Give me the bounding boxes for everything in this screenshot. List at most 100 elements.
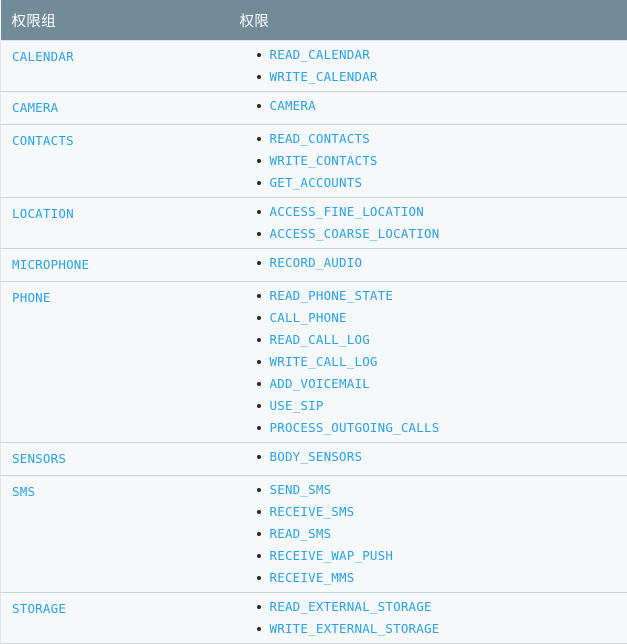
permission-label[interactable]: READ_CALENDAR [270, 47, 370, 62]
table-row: CAMERA CAMERA [1, 92, 627, 125]
permission-label[interactable]: WRITE_CALL_LOG [270, 354, 378, 369]
permission-label[interactable]: READ_SMS [270, 526, 332, 541]
permission-label[interactable]: PROCESS_OUTGOING_CALLS [270, 420, 440, 435]
permission-group-label[interactable]: MICROPHONE [12, 258, 89, 272]
permission-label[interactable]: CAMERA [270, 98, 316, 113]
bullet-icon [257, 210, 261, 214]
bullet-icon [257, 294, 261, 298]
bullet-icon [257, 510, 261, 514]
permission-label[interactable]: USE_SIP [270, 398, 324, 413]
permission-group-label[interactable]: CAMERA [12, 101, 58, 115]
bullet-icon [257, 159, 261, 163]
list-item: READ_CALL_LOG [231, 333, 627, 347]
bullet-icon [257, 338, 261, 342]
list-item: WRITE_CALENDAR [231, 70, 627, 84]
list-item: RECORD_AUDIO [231, 256, 627, 270]
bullet-icon [257, 455, 261, 459]
permission-list: READ_CONTACTS WRITE_CONTACTS GET_ACCOUNTS [231, 132, 627, 190]
permission-group-label[interactable]: STORAGE [12, 602, 66, 616]
permission-label[interactable]: ADD_VOICEMAIL [270, 376, 370, 391]
permission-group-cell: LOCATION [1, 198, 231, 249]
bullet-icon [257, 605, 261, 609]
list-item: READ_EXTERNAL_STORAGE [231, 600, 627, 614]
list-item: WRITE_CONTACTS [231, 154, 627, 168]
table-row: LOCATION ACCESS_FINE_LOCATION ACCESS_COARS… [1, 198, 627, 249]
bullet-icon [257, 576, 261, 580]
list-item: ADD_VOICEMAIL [231, 377, 627, 391]
table-row: MICROPHONE RECORD_AUDIO [1, 249, 627, 282]
permission-label[interactable]: READ_EXTERNAL_STORAGE [270, 599, 432, 614]
bullet-icon [257, 316, 261, 320]
bullet-icon [257, 261, 261, 265]
permission-group-cell: PHONE [1, 282, 231, 443]
permission-label[interactable]: WRITE_CONTACTS [270, 153, 378, 168]
permission-label[interactable]: RECORD_AUDIO [270, 255, 363, 270]
list-item: RECEIVE_WAP_PUSH [231, 549, 627, 563]
permission-list: BODY_SENSORS [231, 450, 627, 464]
permission-group-label[interactable]: LOCATION [12, 207, 74, 221]
permission-list: READ_EXTERNAL_STORAGE WRITE_EXTERNAL_STOR… [231, 600, 627, 636]
list-item: READ_SMS [231, 527, 627, 541]
permission-group-cell: CONTACTS [1, 125, 231, 198]
permission-label[interactable]: GET_ACCOUNTS [270, 175, 363, 190]
permission-label[interactable]: RECEIVE_MMS [270, 570, 355, 585]
permission-label[interactable]: WRITE_CALENDAR [270, 69, 378, 84]
list-item: GET_ACCOUNTS [231, 176, 627, 190]
bullet-icon [257, 104, 261, 108]
permission-label[interactable]: READ_CONTACTS [270, 131, 370, 146]
permission-group-cell: CAMERA [1, 92, 231, 125]
list-item: CALL_PHONE [231, 311, 627, 325]
permission-label[interactable]: CALL_PHONE [270, 310, 347, 325]
bullet-icon [257, 532, 261, 536]
table-header: 权限组 权限 [1, 0, 627, 41]
permissions-cell: READ_PHONE_STATE CALL_PHONE READ_CALL_LOG W… [231, 282, 627, 443]
column-header-permissions: 权限 [231, 0, 627, 41]
table-row: CONTACTS READ_CONTACTS WRITE_CONTACTS GET_A… [1, 125, 627, 198]
permission-group-label[interactable]: PHONE [12, 291, 51, 305]
list-item: RECEIVE_MMS [231, 571, 627, 585]
permission-label[interactable]: RECEIVE_WAP_PUSH [270, 548, 394, 563]
permission-group-cell: SENSORS [1, 443, 231, 476]
permission-label[interactable]: RECEIVE_SMS [270, 504, 355, 519]
permission-label[interactable]: SEND_SMS [270, 482, 332, 497]
permissions-cell: BODY_SENSORS [231, 443, 627, 476]
bullet-icon [257, 488, 261, 492]
list-item: WRITE_EXTERNAL_STORAGE [231, 622, 627, 636]
bullet-icon [257, 382, 261, 386]
list-item: READ_PHONE_STATE [231, 289, 627, 303]
permissions-cell: ACCESS_FINE_LOCATION ACCESS_COARSE_LOCATI… [231, 198, 627, 249]
permission-label[interactable]: ACCESS_FINE_LOCATION [270, 204, 425, 219]
list-item: CAMERA [231, 99, 627, 113]
bullet-icon [257, 627, 261, 631]
permission-list: READ_PHONE_STATE CALL_PHONE READ_CALL_LOG W… [231, 289, 627, 435]
column-header-permission-group: 权限组 [1, 0, 231, 41]
permissions-cell: SEND_SMS RECEIVE_SMS READ_SMS RECEIVE_WAP_P… [231, 476, 627, 593]
permission-group-cell: MICROPHONE [1, 249, 231, 282]
permission-label[interactable]: ACCESS_COARSE_LOCATION [270, 226, 440, 241]
list-item: SEND_SMS [231, 483, 627, 497]
bullet-icon [257, 232, 261, 236]
permission-list: ACCESS_FINE_LOCATION ACCESS_COARSE_LOCATI… [231, 205, 627, 241]
permission-group-cell: SMS [1, 476, 231, 593]
permission-label[interactable]: BODY_SENSORS [270, 449, 363, 464]
table-row: CALENDAR READ_CALENDAR WRITE_CALENDAR [1, 41, 627, 92]
permission-group-label[interactable]: CONTACTS [12, 134, 74, 148]
list-item: ACCESS_FINE_LOCATION [231, 205, 627, 219]
permission-list: RECORD_AUDIO [231, 256, 627, 270]
permission-label[interactable]: WRITE_EXTERNAL_STORAGE [270, 621, 440, 636]
permission-group-label[interactable]: SMS [12, 485, 35, 499]
permission-group-label[interactable]: CALENDAR [12, 50, 74, 64]
permission-label[interactable]: READ_CALL_LOG [270, 332, 370, 347]
bullet-icon [257, 75, 261, 79]
permission-label[interactable]: READ_PHONE_STATE [270, 288, 394, 303]
table-body: CALENDAR READ_CALENDAR WRITE_CALENDAR CAMER… [1, 41, 627, 644]
list-item: BODY_SENSORS [231, 450, 627, 464]
table-row: SMS SEND_SMS RECEIVE_SMS READ_SMS RECEIVE_WA… [1, 476, 627, 593]
bullet-icon [257, 53, 261, 57]
list-item: RECEIVE_SMS [231, 505, 627, 519]
list-item: ACCESS_COARSE_LOCATION [231, 227, 627, 241]
permissions-cell: RECORD_AUDIO [231, 249, 627, 282]
permission-group-label[interactable]: SENSORS [12, 452, 66, 466]
list-item: PROCESS_OUTGOING_CALLS [231, 421, 627, 435]
table-row: PHONE READ_PHONE_STATE CALL_PHONE READ_CALL… [1, 282, 627, 443]
